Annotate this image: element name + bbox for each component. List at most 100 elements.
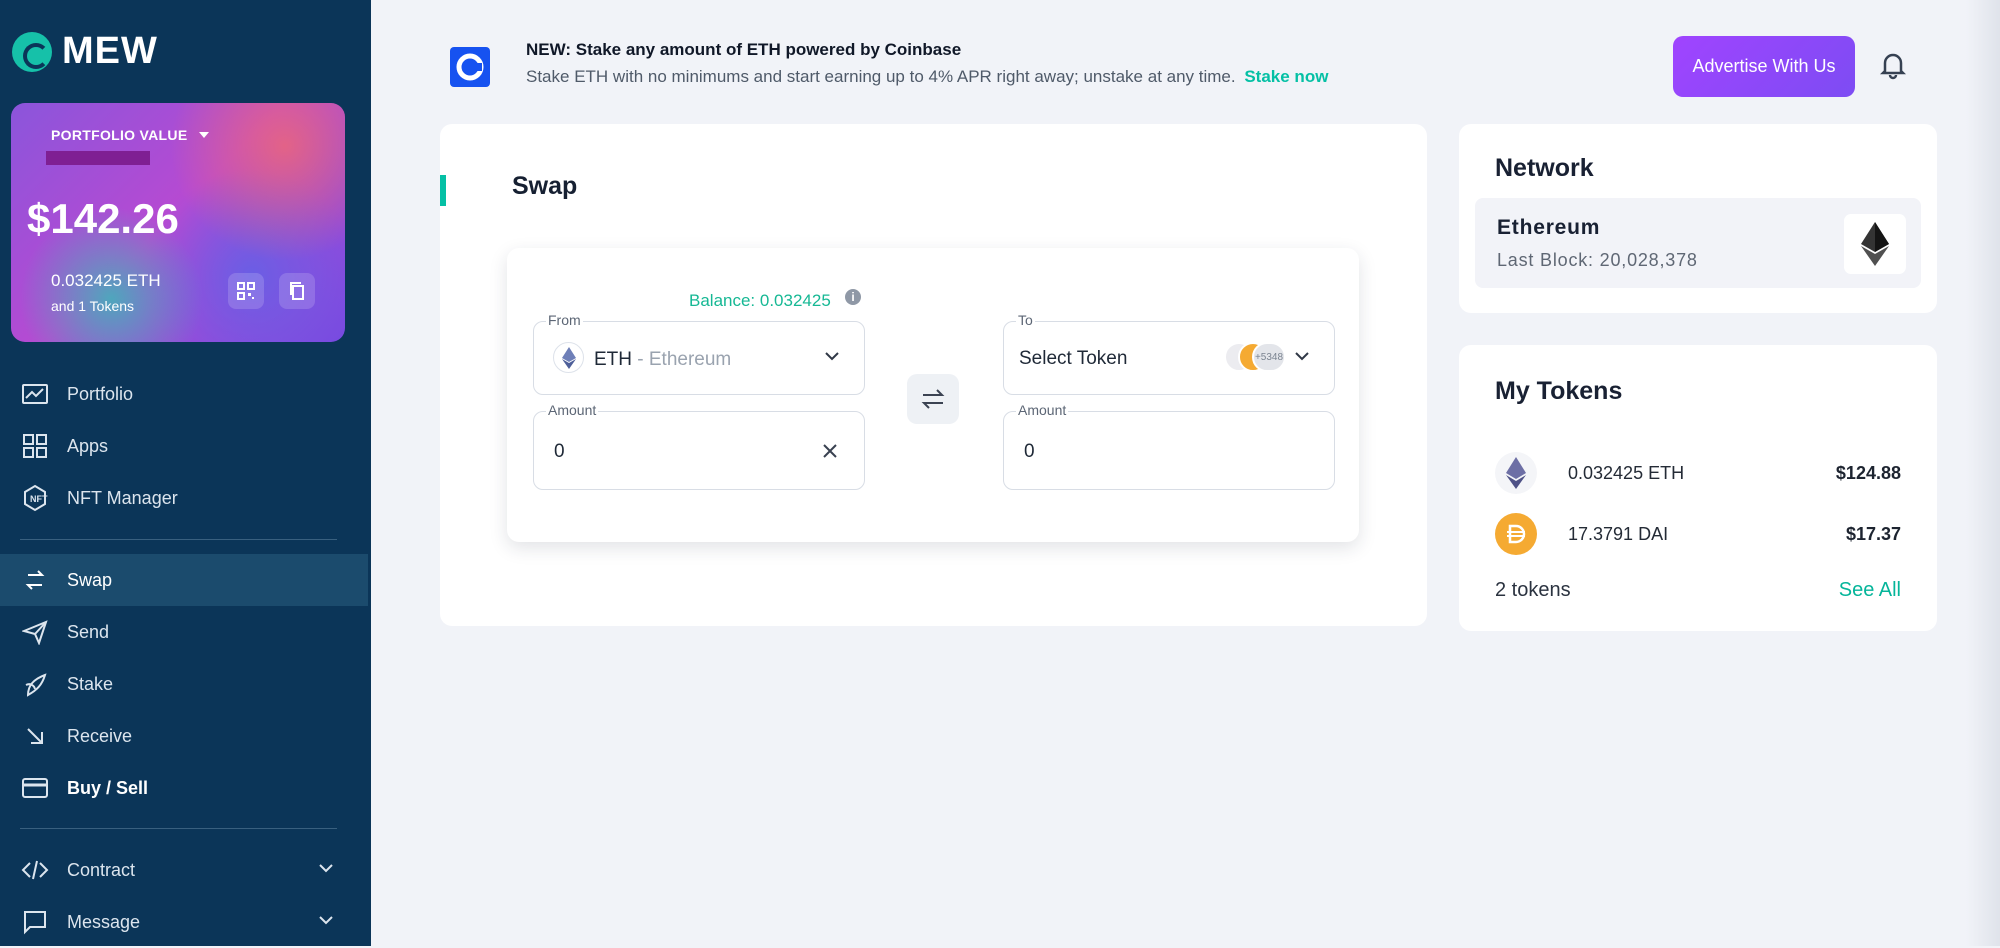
- from-label: From: [546, 312, 583, 328]
- to-amount-label: Amount: [1016, 402, 1069, 418]
- from-token-name: ETH - Ethereum: [594, 349, 731, 371]
- sidebar: MEW PORTFOLIO VALUE $142.26 0.032425 ETH…: [0, 0, 371, 946]
- sidebar-item-label: Stake: [67, 673, 114, 694]
- mew-logo-icon: [12, 31, 52, 72]
- card-icon: [20, 773, 50, 803]
- sidebar-item-receive[interactable]: Receive: [0, 710, 368, 762]
- advertise-button[interactable]: Advertise With Us: [1673, 36, 1855, 97]
- portfolio-value-dropdown[interactable]: PORTFOLIO VALUE: [51, 127, 210, 143]
- to-token-select[interactable]: To Select Token +5348: [1003, 312, 1335, 395]
- sidebar-item-apps[interactable]: Apps: [0, 420, 368, 472]
- receive-icon: [20, 721, 50, 751]
- token-amount: 17.3791 DAI: [1568, 524, 1669, 544]
- mew-logo[interactable]: MEW: [12, 30, 158, 73]
- token-usd-value: $17.37: [1845, 524, 1901, 544]
- clear-amount-button[interactable]: [819, 440, 841, 462]
- to-label: To: [1016, 312, 1035, 328]
- sidebar-item-label: Apps: [67, 435, 109, 456]
- from-token-symbol: ETH: [594, 349, 632, 370]
- swap-icon: [20, 565, 50, 595]
- network-title: Network: [1495, 154, 1594, 182]
- chevron-down-icon: [319, 864, 333, 873]
- to-amount-value[interactable]: 0: [1024, 441, 1035, 463]
- swap-arrows-icon: [921, 389, 945, 409]
- code-icon: [20, 855, 50, 885]
- sidebar-item-label: Portfolio: [67, 383, 134, 404]
- token-stack-icon: +5348: [1224, 340, 1286, 376]
- from-token-select[interactable]: From ETH - Ethereum: [533, 312, 865, 395]
- bell-icon: [1879, 53, 1907, 80]
- dai-icon: [1495, 513, 1537, 555]
- close-icon: [823, 444, 837, 458]
- see-all-link[interactable]: See All: [1839, 579, 1901, 602]
- select-token-placeholder: Select Token: [1019, 348, 1128, 369]
- portfolio-eth-balance: 0.032425 ETH: [51, 271, 161, 290]
- address-strip: [46, 151, 150, 165]
- message-icon: [20, 907, 50, 937]
- token-count-badge: +5348: [1252, 342, 1286, 372]
- coinbase-logo: [450, 47, 490, 87]
- sidebar-item-swap[interactable]: Swap: [0, 554, 368, 606]
- my-tokens-panel: My Tokens 0.032425 ETH $124.88 17.3791 D…: [1459, 345, 1937, 631]
- sidebar-item-label: Receive: [67, 725, 133, 746]
- from-amount-label: Amount: [546, 402, 599, 418]
- banner-title: NEW: Stake any amount of ETH powered by …: [526, 40, 962, 59]
- token-row[interactable]: 0.032425 ETH $124.88: [1495, 449, 1901, 495]
- sidebar-item-label: Contract: [67, 859, 136, 880]
- token-row[interactable]: 17.3791 DAI $17.37: [1495, 510, 1901, 556]
- sidebar-item-buy-sell[interactable]: Buy / Sell: [0, 762, 368, 814]
- eth-icon: [553, 342, 584, 373]
- qr-code-icon: [237, 282, 255, 300]
- swap-form: Balance: 0.032425 i From ETH - Ethereum …: [507, 248, 1359, 542]
- swap-panel: Swap Balance: 0.032425 i From ETH - Ethe…: [440, 124, 1427, 626]
- brand-name: MEW: [62, 30, 158, 72]
- info-icon[interactable]: i: [845, 289, 861, 305]
- balance-text: Balance: 0.032425: [689, 291, 831, 310]
- sidebar-item-label: Swap: [67, 569, 113, 590]
- portfolio-card: PORTFOLIO VALUE $142.26 0.032425 ETH and…: [11, 103, 345, 342]
- from-amount-value[interactable]: 0: [554, 441, 565, 463]
- ethereum-icon: [1844, 214, 1906, 274]
- chart-icon: [20, 379, 50, 409]
- caret-down-icon: [199, 132, 210, 138]
- from-token-network: - Ethereum: [632, 349, 732, 370]
- portfolio-label: PORTFOLIO VALUE: [51, 127, 188, 143]
- apps-grid-icon: [20, 431, 50, 461]
- qr-code-button[interactable]: [228, 273, 264, 309]
- sidebar-item-message[interactable]: Message: [0, 896, 368, 948]
- sidebar-divider: [20, 539, 337, 540]
- sidebar-item-label: NFT Manager: [67, 487, 178, 508]
- portfolio-total: $142.26: [27, 195, 179, 242]
- section-accent: [440, 175, 446, 206]
- sidebar-item-stake[interactable]: Stake: [0, 658, 368, 710]
- portfolio-token-count: and 1 Tokens: [51, 298, 135, 314]
- copy-address-button[interactable]: [279, 273, 315, 309]
- copy-icon: [290, 282, 304, 300]
- to-amount-field[interactable]: Amount 0: [1003, 402, 1335, 490]
- tokens-title: My Tokens: [1495, 377, 1623, 405]
- sidebar-item-send[interactable]: Send: [0, 606, 368, 658]
- sidebar-item-nft-manager[interactable]: NFT NFT Manager: [0, 472, 368, 524]
- network-selector[interactable]: Ethereum Last Block: 20,028,378: [1475, 198, 1921, 288]
- sidebar-item-label: Buy / Sell: [67, 777, 149, 798]
- swap-title: Swap: [512, 172, 578, 200]
- stake-icon: [20, 669, 50, 699]
- eth-icon: [1495, 452, 1537, 494]
- send-icon: [20, 617, 50, 647]
- network-panel: Network Ethereum Last Block: 20,028,378: [1459, 124, 1937, 313]
- from-amount-field[interactable]: Amount 0: [533, 402, 865, 490]
- token-amount: 0.032425 ETH: [1568, 463, 1685, 483]
- sidebar-item-label: Message: [67, 911, 141, 932]
- switch-tokens-button[interactable]: [907, 374, 959, 424]
- sidebar-item-label: Send: [67, 621, 110, 642]
- nft-icon: NFT: [20, 483, 50, 513]
- chevron-down-icon: [825, 352, 839, 361]
- last-block: Last Block: 20,028,378: [1497, 250, 1698, 270]
- svg-text:NFT: NFT: [30, 494, 48, 504]
- sidebar-item-portfolio[interactable]: Portfolio: [0, 368, 368, 420]
- chevron-down-icon: [319, 916, 333, 925]
- stake-now-link[interactable]: Stake now: [1244, 67, 1328, 86]
- sidebar-item-contract[interactable]: Contract: [0, 844, 368, 896]
- notifications-button[interactable]: [1876, 48, 1910, 82]
- banner-text: Stake ETH with no minimums and start ear…: [526, 67, 1328, 87]
